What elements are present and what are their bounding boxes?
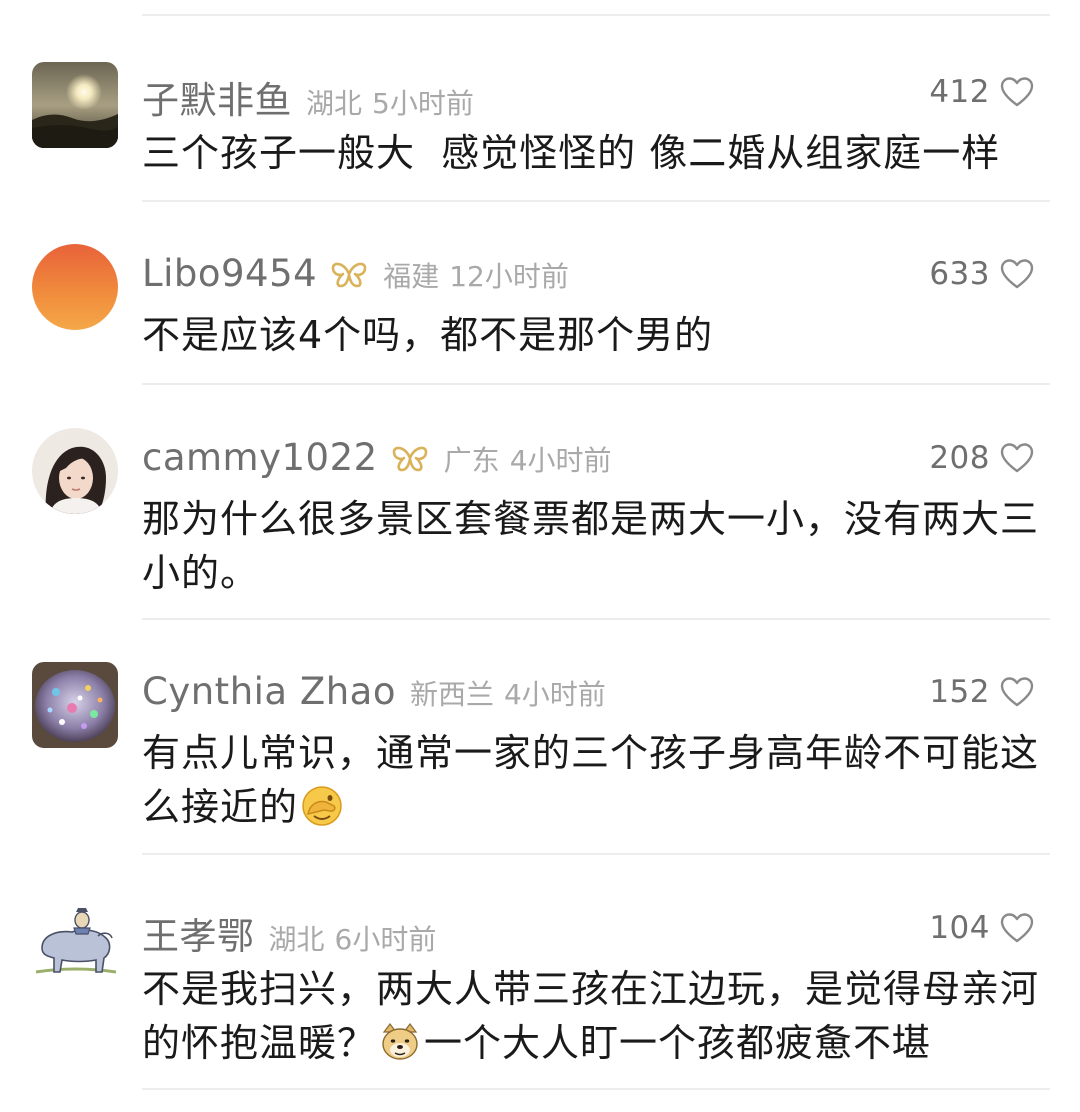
- comment-text: 那为什么很多景区套餐票都是两大一小，没有两大三小的。: [142, 492, 1042, 600]
- top-divider: [142, 14, 1050, 16]
- comment-item: Libo9454 福建 12小时前 633 不是应该4个吗，都不是那个男的: [0, 244, 1080, 384]
- heart-outline-icon[interactable]: [1000, 76, 1034, 108]
- heart-outline-icon[interactable]: [1000, 676, 1034, 708]
- comment-text: 不是我扫兴，两大人带三孩在江边玩，是觉得母亲河的怀抱温暖？ 一个大人盯一个孩都疲…: [142, 962, 1042, 1070]
- divider: [142, 383, 1050, 385]
- comment-item: 子默非鱼 湖北 5小时前 412 三个孩子一般大 感觉怪怪的 像二婚从组家庭一样: [0, 62, 1080, 202]
- comment-text-content: 不是应该4个吗，都不是那个男的: [142, 313, 714, 357]
- location: 新西兰: [409, 678, 494, 711]
- divider: [142, 853, 1050, 855]
- timestamp: 4小时前: [503, 678, 606, 711]
- heart-outline-icon[interactable]: [1000, 258, 1034, 290]
- divider: [142, 1088, 1050, 1090]
- ox-sketch-avatar: [32, 898, 118, 984]
- timestamp: 5小时前: [372, 87, 474, 120]
- woman-portrait-avatar: [32, 428, 118, 514]
- like-button[interactable]: 412: [929, 74, 1034, 110]
- username[interactable]: 王孝鄂: [142, 906, 255, 960]
- avatar[interactable]: [32, 244, 118, 330]
- comment-text-content: 三个孩子一般大 感觉怪怪的 像二婚从组家庭一样: [142, 131, 1001, 175]
- comment-text-content: 那为什么很多景区套餐票都是两大一小，没有两大三小的。: [142, 497, 1040, 595]
- avatar[interactable]: [32, 428, 118, 514]
- like-count: 104: [929, 910, 990, 946]
- timestamp: 12小时前: [449, 260, 569, 293]
- doge-emoji: [378, 1020, 422, 1064]
- comment-item: 王孝鄂 湖北 6小时前 104 不是我扫兴，两大人带三孩在江边玩，是觉得母亲河的…: [0, 898, 1080, 1088]
- like-count: 412: [929, 74, 990, 110]
- comment-text-content: 一个大人盯一个孩都疲惫不堪: [424, 1021, 932, 1065]
- timestamp: 4小时前: [509, 444, 612, 477]
- heart-outline-icon[interactable]: [1000, 442, 1034, 474]
- avatar[interactable]: [32, 662, 118, 748]
- comment-meta: Cynthia Zhao 新西兰 4小时前: [142, 670, 606, 714]
- username[interactable]: Libo9454: [142, 252, 317, 295]
- comment-text: 有点儿常识，通常一家的三个孩子身高年龄不可能这么接近的: [142, 726, 1042, 834]
- like-button[interactable]: 633: [929, 256, 1034, 292]
- username[interactable]: cammy1022: [142, 436, 378, 479]
- username[interactable]: Cynthia Zhao: [142, 670, 396, 713]
- like-count: 152: [929, 674, 990, 710]
- username[interactable]: 子默非鱼: [142, 70, 292, 124]
- divider: [142, 618, 1050, 620]
- location: 湖北: [268, 923, 325, 956]
- like-count: 208: [929, 440, 990, 476]
- butterfly-badge-icon: [329, 259, 369, 289]
- orange-gradient-avatar: [32, 244, 118, 330]
- location: 广东: [443, 444, 500, 477]
- location: 湖北: [306, 87, 363, 120]
- comment-text: 三个孩子一般大 感觉怪怪的 像二婚从组家庭一样: [142, 126, 1042, 180]
- comment-item: Cynthia Zhao 新西兰 4小时前 152 有点儿常识，通常一家的三个孩…: [0, 662, 1080, 852]
- comment-meta: 子默非鱼 湖北 5小时前: [142, 70, 474, 122]
- like-count: 633: [929, 256, 990, 292]
- like-button[interactable]: 208: [929, 440, 1034, 476]
- location: 福建: [383, 260, 440, 293]
- like-button[interactable]: 104: [929, 910, 1034, 946]
- sparkle-bowl-avatar: [32, 662, 118, 748]
- heart-outline-icon[interactable]: [1000, 912, 1034, 944]
- comment-item: cammy1022 广东 4小时前 208 那为什么很多景区套餐票都是两大一小，…: [0, 428, 1080, 618]
- facepalm-emoji: [300, 784, 344, 828]
- comment-text-content: 有点儿常识，通常一家的三个孩子身高年龄不可能这么接近的: [142, 731, 1040, 829]
- timestamp: 6小时前: [334, 923, 437, 956]
- divider: [142, 200, 1050, 202]
- avatar[interactable]: [32, 62, 118, 148]
- butterfly-badge-icon: [390, 443, 430, 473]
- comment-text: 不是应该4个吗，都不是那个男的: [142, 308, 1042, 362]
- sunset-landscape-avatar: [32, 62, 118, 148]
- comment-meta: Libo9454 福建 12小时前: [142, 252, 569, 296]
- comment-meta: 王孝鄂 湖北 6小时前: [142, 906, 436, 958]
- like-button[interactable]: 152: [929, 674, 1034, 710]
- comment-meta: cammy1022 广东 4小时前: [142, 436, 612, 480]
- avatar[interactable]: [32, 898, 118, 984]
